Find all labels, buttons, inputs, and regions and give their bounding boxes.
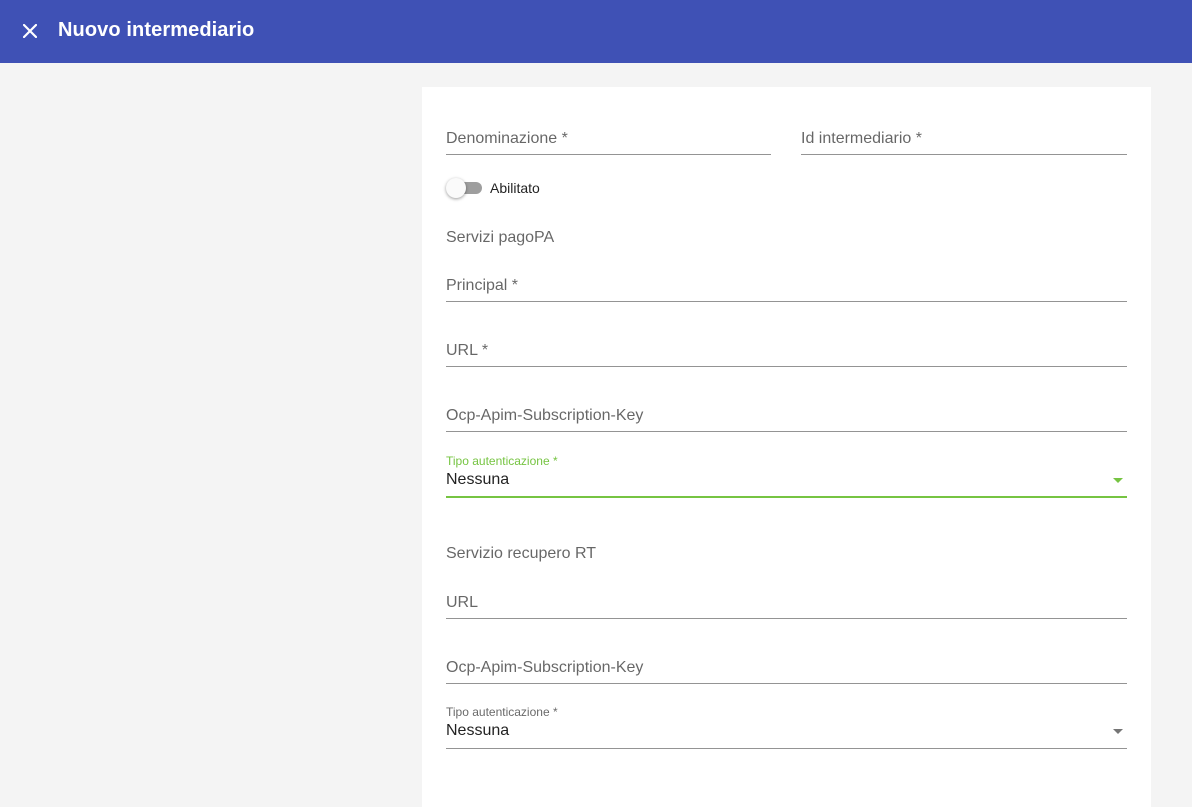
section-title-pagopa: Servizi pagoPA xyxy=(446,229,555,246)
recupero-auth-type-label: Tipo autenticazione * xyxy=(446,705,558,719)
recupero-url-field[interactable]: URL xyxy=(446,594,1127,619)
id-intermediario-field[interactable]: Id intermediario * xyxy=(801,130,1127,155)
pagopa-url-input[interactable] xyxy=(446,344,1127,362)
section-title-recupero-rt: Servizio recupero RT xyxy=(446,545,596,562)
denominazione-field[interactable]: Denominazione * xyxy=(446,130,771,155)
close-button[interactable] xyxy=(14,15,46,47)
abilitato-label: Abilitato xyxy=(490,180,540,196)
id-intermediario-input[interactable] xyxy=(801,132,1127,150)
page-title: Nuovo intermediario xyxy=(58,19,255,41)
toggle-thumb[interactable] xyxy=(446,178,466,198)
denominazione-input[interactable] xyxy=(446,132,771,150)
dropdown-arrow-icon[interactable] xyxy=(1113,729,1123,734)
pagopa-url-field[interactable]: URL * xyxy=(446,342,1127,367)
recupero-subscription-key-field[interactable]: Ocp-Apim-Subscription-Key xyxy=(446,659,1127,684)
pagopa-auth-type-select[interactable]: Tipo autenticazione * Nessuna xyxy=(446,454,1127,498)
select-underline xyxy=(446,496,1127,498)
pagopa-subscription-key-input[interactable] xyxy=(446,409,1127,427)
pagopa-auth-type-value: Nessuna xyxy=(446,471,510,488)
select-underline xyxy=(446,748,1127,749)
recupero-auth-type-value: Nessuna xyxy=(446,722,510,739)
recupero-subscription-key-input[interactable] xyxy=(446,661,1127,679)
app-toolbar: Nuovo intermediario xyxy=(0,0,1192,63)
close-icon xyxy=(23,24,37,38)
pagopa-subscription-key-field[interactable]: Ocp-Apim-Subscription-Key xyxy=(446,407,1127,432)
pagopa-principal-input[interactable] xyxy=(446,279,1127,297)
recupero-url-input[interactable] xyxy=(446,596,1127,614)
dropdown-arrow-icon[interactable] xyxy=(1113,478,1123,483)
recupero-auth-type-select[interactable]: Tipo autenticazione * Nessuna xyxy=(446,705,1127,749)
pagopa-auth-type-label: Tipo autenticazione * xyxy=(446,454,558,468)
form-card: Denominazione * Id intermediario * Abili… xyxy=(422,87,1151,807)
abilitato-toggle[interactable]: Abilitato xyxy=(446,177,646,199)
pagopa-principal-field[interactable]: Principal * xyxy=(446,277,1127,302)
